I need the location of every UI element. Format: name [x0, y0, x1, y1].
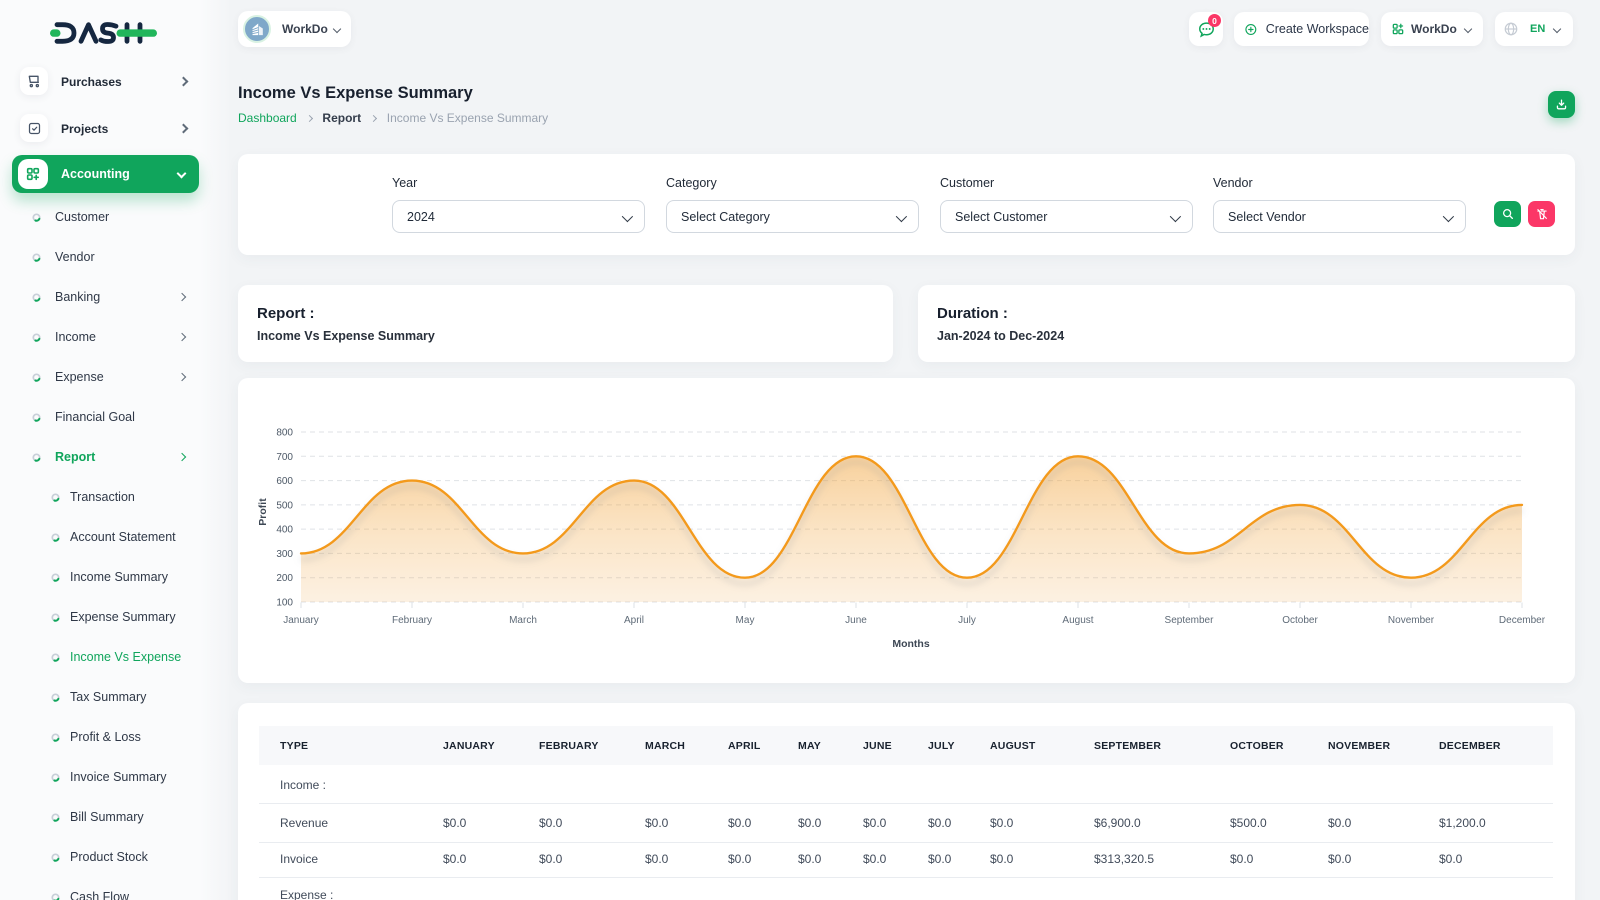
svg-text:January: January [283, 615, 319, 626]
svg-text:June: June [845, 615, 867, 626]
svg-text:200: 200 [276, 573, 293, 584]
svg-text:March: March [509, 615, 537, 626]
svg-text:700: 700 [276, 452, 293, 463]
svg-text:October: October [1282, 615, 1318, 626]
svg-text:100: 100 [276, 598, 293, 609]
svg-text:September: September [1165, 615, 1215, 626]
svg-text:Profit: Profit [257, 498, 269, 526]
svg-text:400: 400 [276, 525, 293, 536]
svg-text:May: May [736, 615, 755, 626]
svg-text:Months: Months [892, 638, 929, 650]
svg-text:500: 500 [276, 500, 293, 511]
svg-text:February: February [392, 615, 432, 626]
svg-text:April: April [624, 615, 644, 626]
svg-text:November: November [1388, 615, 1435, 626]
svg-text:July: July [958, 615, 976, 626]
svg-text:300: 300 [276, 549, 293, 560]
svg-text:December: December [1499, 615, 1546, 626]
svg-text:600: 600 [276, 476, 293, 487]
svg-text:800: 800 [276, 428, 293, 439]
svg-text:August: August [1062, 615, 1093, 626]
